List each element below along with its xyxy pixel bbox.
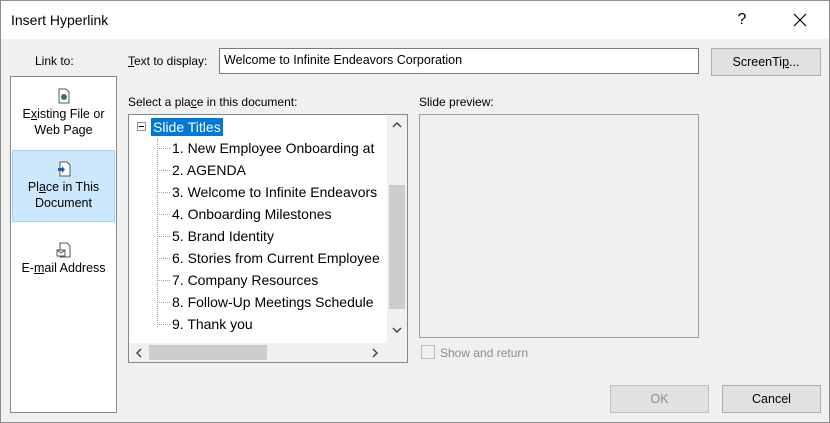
close-icon (793, 13, 807, 27)
tree-item[interactable]: 3. Welcome to Infinite Endeavors (172, 182, 377, 202)
document-place-tree[interactable]: Slide Titles 1. New Employee Onboarding … (128, 114, 408, 363)
scroll-right-arrow[interactable] (365, 343, 385, 362)
close-button[interactable] (777, 4, 823, 36)
tree-item[interactable]: 4. Onboarding Milestones (172, 204, 332, 224)
cancel-button[interactable]: Cancel (722, 385, 821, 413)
tree-item[interactable]: 7. Company Resources (172, 270, 318, 290)
help-button[interactable]: ? (719, 4, 765, 36)
chevron-up-icon (392, 122, 402, 128)
title-bar: Insert Hyperlink ? (1, 1, 829, 39)
chevron-right-icon (372, 348, 378, 357)
tree-vertical-scrollbar[interactable] (387, 115, 407, 343)
tree-item[interactable]: 1. New Employee Onboarding at (172, 138, 374, 158)
chevron-down-icon (392, 327, 402, 333)
vertical-scroll-thumb[interactable] (389, 185, 405, 309)
tree-root-slide-titles[interactable]: Slide Titles (151, 118, 223, 136)
tree-item[interactable]: 5. Brand Identity (172, 226, 274, 246)
link-existing-file[interactable]: Existing File or Web Page (12, 86, 115, 146)
slide-preview-label: Slide preview: (419, 95, 494, 109)
show-and-return-label: Show and return (440, 346, 529, 360)
scroll-left-arrow[interactable] (129, 343, 149, 362)
dialog-title: Insert Hyperlink (11, 12, 109, 28)
text-to-display-input[interactable]: Welcome to Infinite Endeavors Corporatio… (219, 48, 699, 74)
link-place-in-document[interactable]: Place in This Document (12, 150, 115, 222)
tree-item[interactable]: 8. Follow-Up Meetings Schedule (172, 292, 374, 312)
text-to-display-label: Text to display: (128, 54, 208, 68)
scroll-down-arrow[interactable] (387, 320, 407, 340)
tree-item[interactable]: 9. Thank you (172, 314, 253, 334)
insert-hyperlink-dialog: Insert Hyperlink ? Link to: Existing Fil… (0, 0, 830, 423)
tree-item[interactable]: 6. Stories from Current Employee (172, 248, 380, 268)
email-icon (56, 242, 70, 258)
tree-horizontal-scrollbar[interactable] (129, 343, 387, 362)
chevron-left-icon (136, 348, 142, 357)
collapse-icon[interactable] (137, 122, 146, 131)
ok-button[interactable]: OK (610, 385, 709, 413)
help-icon: ? (737, 11, 747, 28)
tree-item[interactable]: 2. AGENDA (172, 160, 246, 180)
select-place-label: Select a place in this document: (128, 95, 298, 109)
file-icon (58, 88, 69, 104)
screentip-button[interactable]: ScreenTi p... (711, 48, 821, 76)
link-to-label: Link to: (35, 54, 74, 68)
show-and-return-checkbox[interactable] (421, 345, 435, 359)
slide-preview (419, 114, 699, 338)
link-to-sidebar: Existing File or Web Page Place in This … (10, 76, 117, 413)
horizontal-scroll-thumb[interactable] (149, 345, 267, 360)
scroll-up-arrow[interactable] (387, 115, 407, 135)
link-email-address[interactable]: E-mail Address (12, 240, 115, 284)
document-place-icon (57, 161, 70, 177)
